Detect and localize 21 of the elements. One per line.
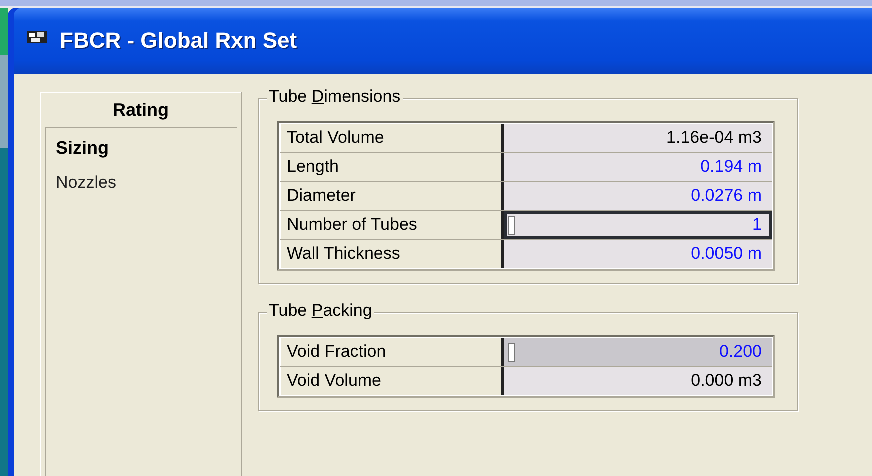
group-title: Tube Dimensions xyxy=(267,87,403,107)
value-field[interactable]: 0.200 xyxy=(504,338,772,366)
property-label: Total Volume xyxy=(280,124,504,152)
app-icon xyxy=(26,29,48,45)
property-label: Wall Thickness xyxy=(280,240,504,268)
property-label: Void Volume xyxy=(280,367,504,395)
property-label: Number of Tubes xyxy=(280,211,504,239)
property-label: Length xyxy=(280,153,504,181)
value-field[interactable]: 0.000 m3 xyxy=(504,367,772,395)
value-field[interactable]: 0.194 m xyxy=(504,153,772,181)
sidebar-item[interactable]: Sizing xyxy=(56,138,231,159)
property-label: Diameter xyxy=(280,182,504,210)
value-field[interactable]: 1.16e-04 m3 xyxy=(504,124,772,152)
value-field[interactable]: 0.0276 m xyxy=(504,182,772,210)
window-title: FBCR - Global Rxn Set xyxy=(60,28,298,54)
sidebar-header: Rating xyxy=(45,93,237,128)
sidebar-item[interactable]: Nozzles xyxy=(56,173,231,193)
property-label: Void Fraction xyxy=(280,338,504,366)
group-title: Tube Packing xyxy=(267,301,374,321)
value-field[interactable]: 0.0050 m xyxy=(504,240,772,268)
value-field[interactable]: 1 xyxy=(504,211,772,239)
